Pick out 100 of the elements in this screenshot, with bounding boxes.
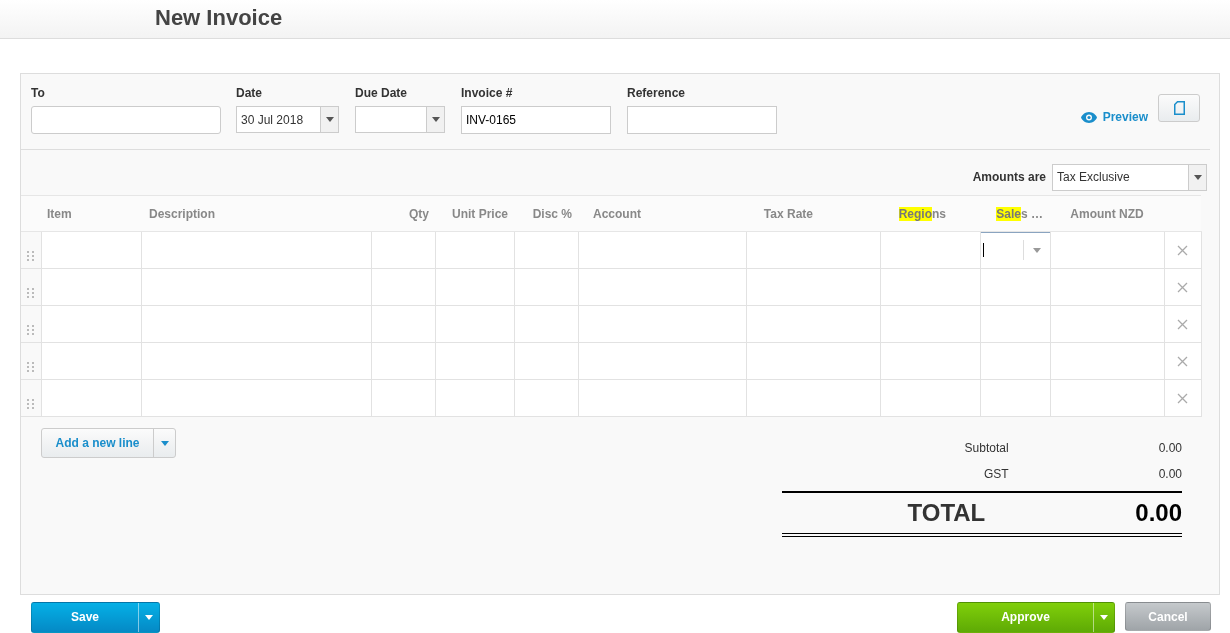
table-cell[interactable] bbox=[578, 268, 746, 306]
column-header: Item bbox=[41, 195, 141, 232]
table-cell[interactable] bbox=[371, 268, 435, 306]
column-header: Unit Price bbox=[435, 195, 514, 232]
total-value: 0.00 bbox=[1158, 440, 1182, 457]
document-button[interactable] bbox=[1158, 94, 1200, 122]
column-header: Disc % bbox=[514, 195, 578, 232]
drag-handle-icon[interactable] bbox=[26, 361, 35, 372]
table-cell[interactable] bbox=[41, 268, 141, 306]
table-cell[interactable] bbox=[41, 305, 141, 343]
table-cell[interactable] bbox=[980, 342, 1050, 380]
page-title: New Invoice bbox=[155, 4, 284, 32]
drag-handle-icon[interactable] bbox=[26, 287, 35, 298]
table-cell[interactable] bbox=[880, 268, 980, 306]
cancel-button[interactable]: Cancel bbox=[1125, 602, 1211, 631]
field-label: Due Date bbox=[355, 85, 408, 102]
add-line-button[interactable]: Add a new line bbox=[41, 428, 176, 458]
column-header: Amount NZD bbox=[1050, 195, 1164, 232]
column-header: Account bbox=[578, 195, 746, 232]
date-picker[interactable] bbox=[355, 106, 445, 133]
table-cell[interactable] bbox=[371, 379, 435, 417]
table-cell[interactable] bbox=[746, 268, 880, 306]
delete-icon[interactable] bbox=[1177, 319, 1188, 331]
delete-icon[interactable] bbox=[1177, 282, 1188, 294]
input-field[interactable] bbox=[31, 106, 221, 134]
date-picker[interactable]: 30 Jul 2018 bbox=[236, 106, 339, 133]
delete-icon[interactable] bbox=[1177, 245, 1188, 257]
drag-handle-icon[interactable] bbox=[26, 324, 35, 335]
total-value: 0.00 bbox=[1158, 466, 1182, 483]
table-cell[interactable] bbox=[880, 342, 980, 380]
total-label: GST bbox=[982, 466, 1010, 483]
table-cell[interactable] bbox=[41, 379, 141, 417]
delete-icon[interactable] bbox=[1177, 393, 1188, 405]
amounts-label: Amounts are bbox=[972, 169, 1046, 186]
table-cell[interactable] bbox=[980, 268, 1050, 306]
table-cell[interactable] bbox=[435, 379, 514, 417]
table-cell[interactable] bbox=[141, 268, 371, 306]
amounts-dropdown[interactable]: Tax Exclusive bbox=[1052, 163, 1207, 191]
table-cell[interactable] bbox=[578, 342, 746, 380]
caret-icon bbox=[160, 440, 169, 446]
table-cell[interactable] bbox=[1050, 305, 1164, 343]
caret-icon bbox=[325, 117, 334, 122]
table-cell[interactable] bbox=[514, 305, 578, 343]
table-cell[interactable] bbox=[1050, 379, 1164, 417]
field-label: Date bbox=[236, 85, 263, 102]
table-cell[interactable] bbox=[371, 342, 435, 380]
field-label: Reference bbox=[627, 85, 687, 102]
table-cell[interactable] bbox=[1050, 268, 1164, 306]
table-cell[interactable] bbox=[514, 231, 578, 269]
table-cell[interactable] bbox=[746, 305, 880, 343]
table-cell[interactable] bbox=[141, 342, 371, 380]
table-cell[interactable] bbox=[141, 231, 371, 269]
caret-icon bbox=[431, 117, 440, 122]
table-cell[interactable] bbox=[980, 379, 1050, 417]
table-cell[interactable] bbox=[578, 305, 746, 343]
save-button[interactable]: Save bbox=[31, 602, 160, 633]
table-cell[interactable] bbox=[435, 305, 514, 343]
table-cell[interactable] bbox=[746, 342, 880, 380]
total-label: TOTAL bbox=[906, 498, 987, 528]
table-cell[interactable] bbox=[41, 342, 141, 380]
document-icon bbox=[1173, 101, 1185, 115]
field-label: To bbox=[31, 85, 46, 102]
table-cell[interactable] bbox=[435, 342, 514, 380]
caret-icon bbox=[1100, 615, 1108, 620]
table-cell[interactable] bbox=[435, 231, 514, 269]
approve-button[interactable]: Approve bbox=[957, 602, 1115, 633]
column-header: Tax Rate bbox=[746, 195, 880, 232]
table-cell[interactable] bbox=[578, 231, 746, 269]
table-cell[interactable] bbox=[1050, 231, 1164, 269]
input-field[interactable] bbox=[627, 106, 777, 134]
table-cell[interactable] bbox=[435, 268, 514, 306]
table-cell[interactable] bbox=[880, 379, 980, 417]
table-cell[interactable] bbox=[41, 231, 141, 269]
drag-handle-icon[interactable] bbox=[26, 398, 35, 409]
field-label: Invoice # bbox=[461, 85, 514, 102]
caret-icon bbox=[1032, 247, 1041, 253]
table-cell[interactable] bbox=[746, 231, 880, 269]
preview-link[interactable]: Preview bbox=[1080, 108, 1148, 126]
table-cell[interactable] bbox=[371, 231, 435, 269]
table-cell[interactable] bbox=[141, 379, 371, 417]
total-value: 0.00 bbox=[1135, 498, 1182, 528]
delete-icon[interactable] bbox=[1177, 356, 1188, 368]
eye-icon bbox=[1080, 111, 1097, 123]
table-cell[interactable] bbox=[880, 305, 980, 343]
column-header: Description bbox=[141, 195, 371, 232]
table-cell[interactable] bbox=[980, 305, 1050, 343]
table-cell[interactable] bbox=[578, 379, 746, 417]
table-cell[interactable] bbox=[514, 379, 578, 417]
column-header: Qty bbox=[371, 195, 435, 232]
table-cell[interactable] bbox=[746, 379, 880, 417]
caret-icon bbox=[145, 615, 153, 620]
table-cell[interactable] bbox=[514, 342, 578, 380]
table-cell[interactable] bbox=[514, 268, 578, 306]
input-field[interactable]: INV-0165 bbox=[461, 106, 611, 134]
table-cell[interactable] bbox=[880, 231, 980, 269]
table-cell[interactable] bbox=[1050, 342, 1164, 380]
drag-handle-icon[interactable] bbox=[26, 250, 35, 261]
table-cell[interactable] bbox=[371, 305, 435, 343]
table-cell[interactable] bbox=[141, 305, 371, 343]
total-label: Subtotal bbox=[963, 440, 1010, 457]
